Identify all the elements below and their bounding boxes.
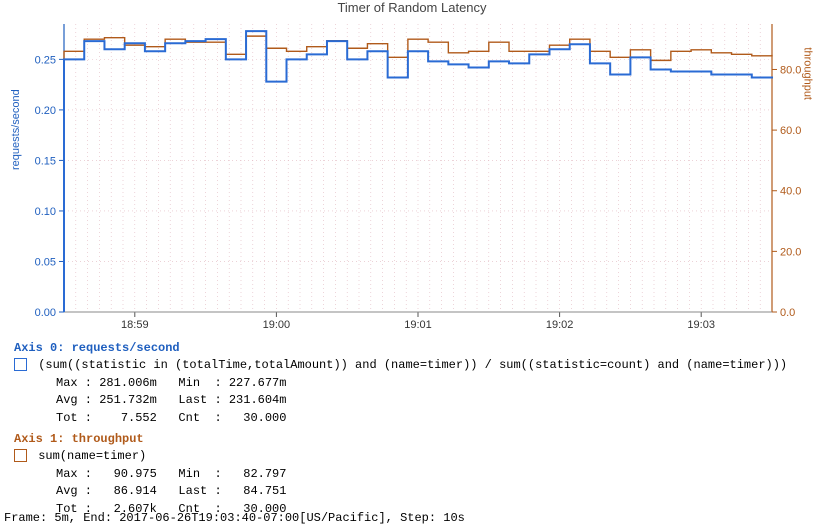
svg-text:0.20: 0.20 — [35, 105, 56, 117]
svg-text:0.05: 0.05 — [35, 256, 56, 268]
axis1-last: 84.751 — [243, 484, 286, 498]
axis0-stats-row2: Avg : 251.732m Last : 231.604m — [14, 392, 810, 409]
svg-text:0.25: 0.25 — [35, 54, 56, 66]
axis0-series-label: (sum((statistic in (totalTime,totalAmoun… — [38, 358, 787, 372]
axis0-title: Axis 0: requests/second — [14, 340, 810, 357]
axis0-min: 227.677m — [229, 376, 287, 390]
svg-text:0.15: 0.15 — [35, 155, 56, 167]
axis0-cnt: 30.000 — [243, 411, 286, 425]
svg-text:20.0: 20.0 — [780, 246, 801, 258]
axis0-avg: 251.732m — [99, 393, 157, 407]
svg-text:19:03: 19:03 — [687, 319, 715, 331]
axis1-stats-row2: Avg : 86.914 Last : 84.751 — [14, 483, 810, 500]
svg-text:0.10: 0.10 — [35, 206, 56, 218]
axis0-stats-row1: Max : 281.006m Min : 227.677m — [14, 375, 810, 392]
chart-title: Timer of Random Latency — [0, 0, 824, 15]
axis0-last: 231.604m — [229, 393, 287, 407]
svg-text:60.0: 60.0 — [780, 125, 801, 137]
svg-text:0.0: 0.0 — [780, 307, 795, 319]
svg-text:19:02: 19:02 — [546, 319, 574, 331]
metrics-panel: { "chart_data": { "type": "line", "title… — [0, 0, 824, 527]
axis1-stats-row1: Max : 90.975 Min : 82.797 — [14, 466, 810, 483]
svg-text:80.0: 80.0 — [780, 64, 801, 76]
axis1-min: 82.797 — [243, 467, 286, 481]
legend-block: Axis 0: requests/second (sum((statistic … — [14, 340, 810, 518]
chart-svg: 0.00 0.05 0.10 0.15 0.20 0.25 0.0 20.0 40.0 60.0 8… — [0, 18, 824, 336]
svg-text:0.00: 0.00 — [35, 307, 56, 319]
svg-text:19:00: 19:00 — [263, 319, 291, 331]
svg-text:40.0: 40.0 — [780, 186, 801, 198]
axis1-swatch — [14, 449, 27, 462]
axis0-max: 281.006m — [99, 376, 157, 390]
axis0-max-lbl: Max : — [56, 376, 99, 390]
axis1-title: Axis 1: throughput — [14, 431, 810, 448]
svg-text:19:01: 19:01 — [404, 319, 432, 331]
axis1-avg: 86.914 — [114, 484, 157, 498]
frame-info: Frame: 5m, End: 2017-06-26T19:03:40-07:0… — [4, 511, 465, 525]
chart-plot: 0.00 0.05 0.10 0.15 0.20 0.25 0.0 20.0 40.0 60.0 8… — [0, 18, 824, 336]
axis0-swatch — [14, 358, 27, 371]
axis1-series-label: sum(name=timer) — [38, 449, 146, 463]
axis1-max: 90.975 — [114, 467, 157, 481]
axis1-series-row: sum(name=timer) — [14, 448, 810, 465]
axis0-tot: 7.552 — [121, 411, 157, 425]
axis0-series-row: (sum((statistic in (totalTime,totalAmoun… — [14, 357, 810, 374]
axis0-stats-row3: Tot : 7.552 Cnt : 30.000 — [14, 410, 810, 427]
svg-text:18:59: 18:59 — [121, 319, 149, 331]
